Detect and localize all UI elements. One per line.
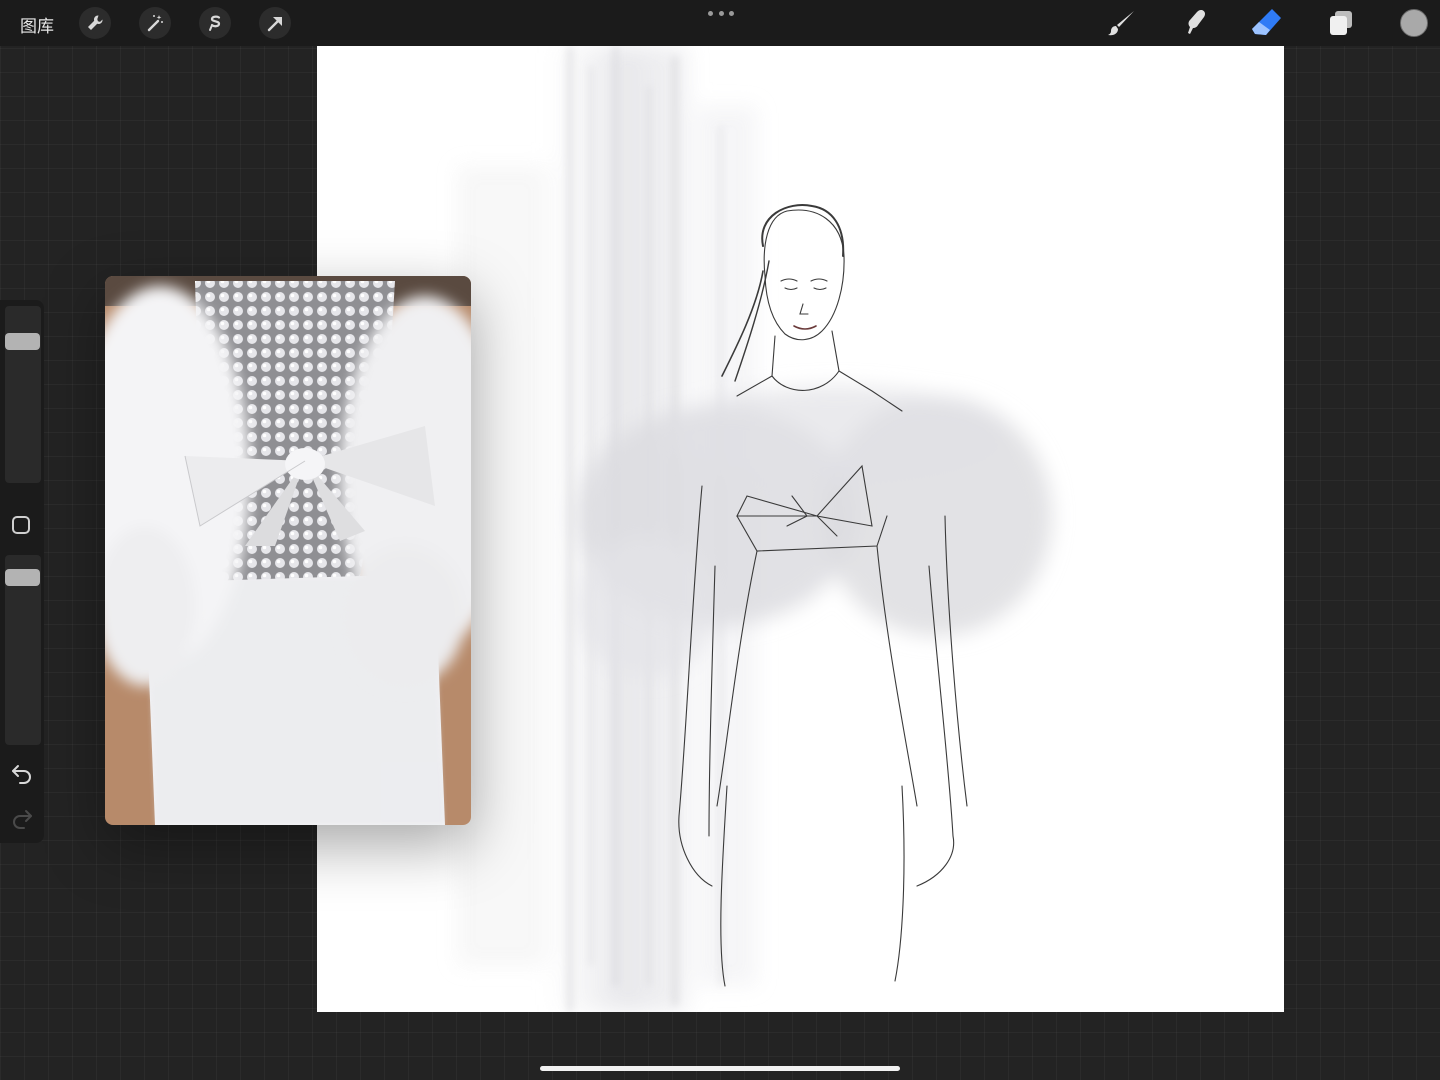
eraser-tool-button[interactable] (1250, 6, 1284, 40)
home-indicator[interactable] (540, 1066, 900, 1071)
more-options-icon[interactable] (708, 8, 734, 18)
brush-size-thumb[interactable] (5, 333, 40, 350)
transform-button[interactable] (259, 7, 291, 39)
reference-image-panel[interactable] (105, 276, 471, 825)
opacity-slider[interactable] (5, 555, 41, 745)
modify-square-icon[interactable] (12, 516, 30, 534)
transform-arrow-icon (267, 17, 282, 32)
smudge-tool-button[interactable] (1177, 6, 1211, 40)
side-toolbar (0, 300, 44, 843)
brush-icon (1108, 11, 1134, 36)
selection-icon (209, 15, 221, 31)
smudge-icon (1188, 10, 1206, 34)
redo-icon[interactable] (10, 805, 34, 829)
reference-photo (105, 276, 471, 825)
selection-button[interactable] (199, 7, 231, 39)
eraser-icon (1252, 9, 1281, 35)
wrench-icon (88, 15, 103, 30)
opacity-thumb[interactable] (5, 569, 40, 586)
layers-button[interactable] (1324, 6, 1358, 40)
top-toolbar: 图库 (0, 0, 1440, 46)
actions-button[interactable] (79, 7, 111, 39)
brush-tool-button[interactable] (1105, 6, 1139, 40)
undo-icon[interactable] (10, 760, 34, 784)
gallery-button[interactable]: 图库 (20, 12, 54, 37)
color-picker-button[interactable] (1400, 9, 1428, 37)
layers-icon (1330, 11, 1352, 35)
brush-size-slider[interactable] (5, 306, 41, 483)
magic-wand-icon (147, 15, 163, 32)
adjustments-button[interactable] (139, 7, 171, 39)
